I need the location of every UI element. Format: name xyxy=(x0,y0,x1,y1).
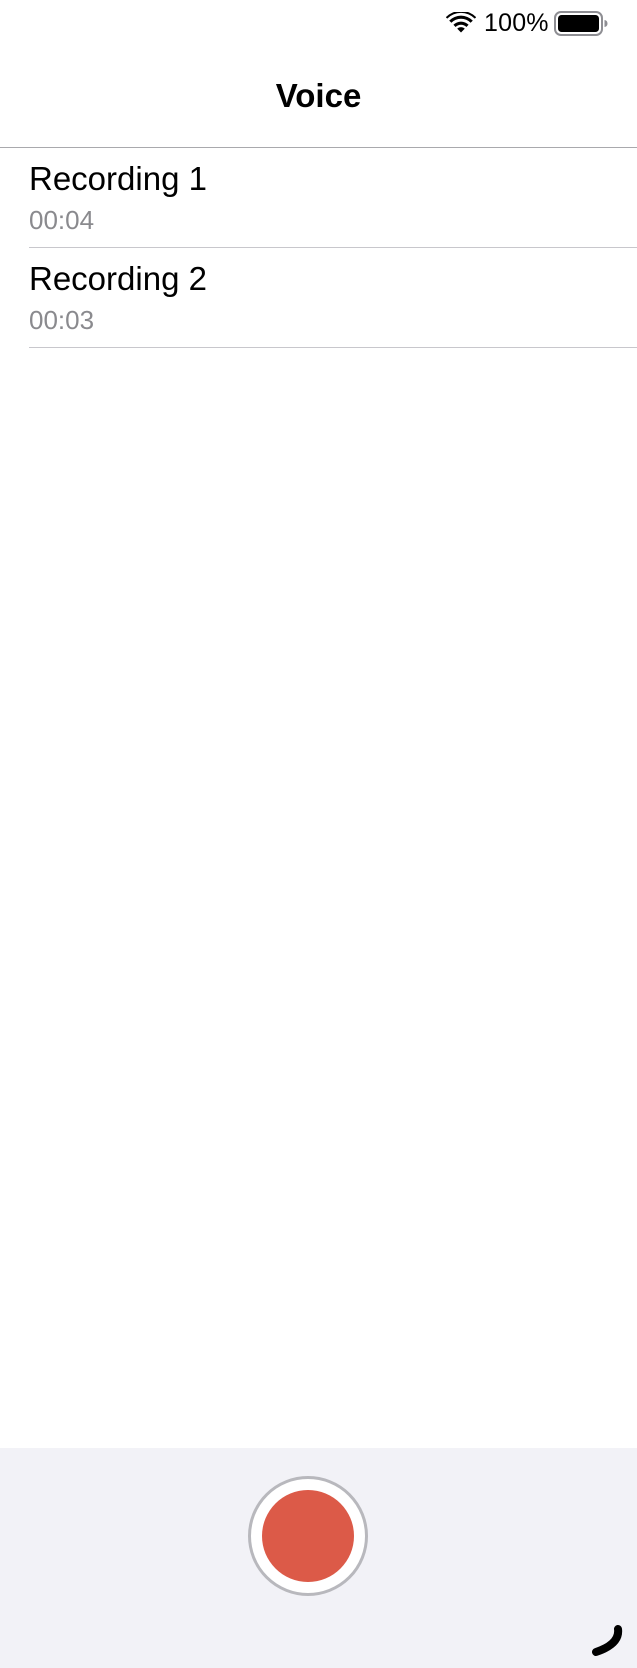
bottom-toolbar xyxy=(0,1448,637,1668)
recordings-list: Recording 1 00:04 Recording 2 00:03 xyxy=(0,148,637,348)
battery-percent: 100% xyxy=(484,9,549,37)
recording-duration: 00:03 xyxy=(29,305,95,335)
recording-duration: 00:04 xyxy=(29,205,95,235)
curved-stroke-icon xyxy=(592,1625,623,1656)
status-bar: 100% xyxy=(0,0,637,46)
wifi-icon xyxy=(446,12,476,33)
record-icon xyxy=(262,1490,354,1582)
recording-title: Recording 1 xyxy=(29,160,207,197)
list-item-recording-1[interactable]: Recording 1 00:04 xyxy=(29,148,637,248)
navigation-bar: Voice xyxy=(0,46,637,148)
page-title: Voice xyxy=(275,77,362,114)
record-button[interactable] xyxy=(248,1476,368,1596)
battery-full-icon xyxy=(554,11,608,36)
list-item-recording-2[interactable]: Recording 2 00:03 xyxy=(29,248,637,348)
recording-title: Recording 2 xyxy=(29,260,207,297)
